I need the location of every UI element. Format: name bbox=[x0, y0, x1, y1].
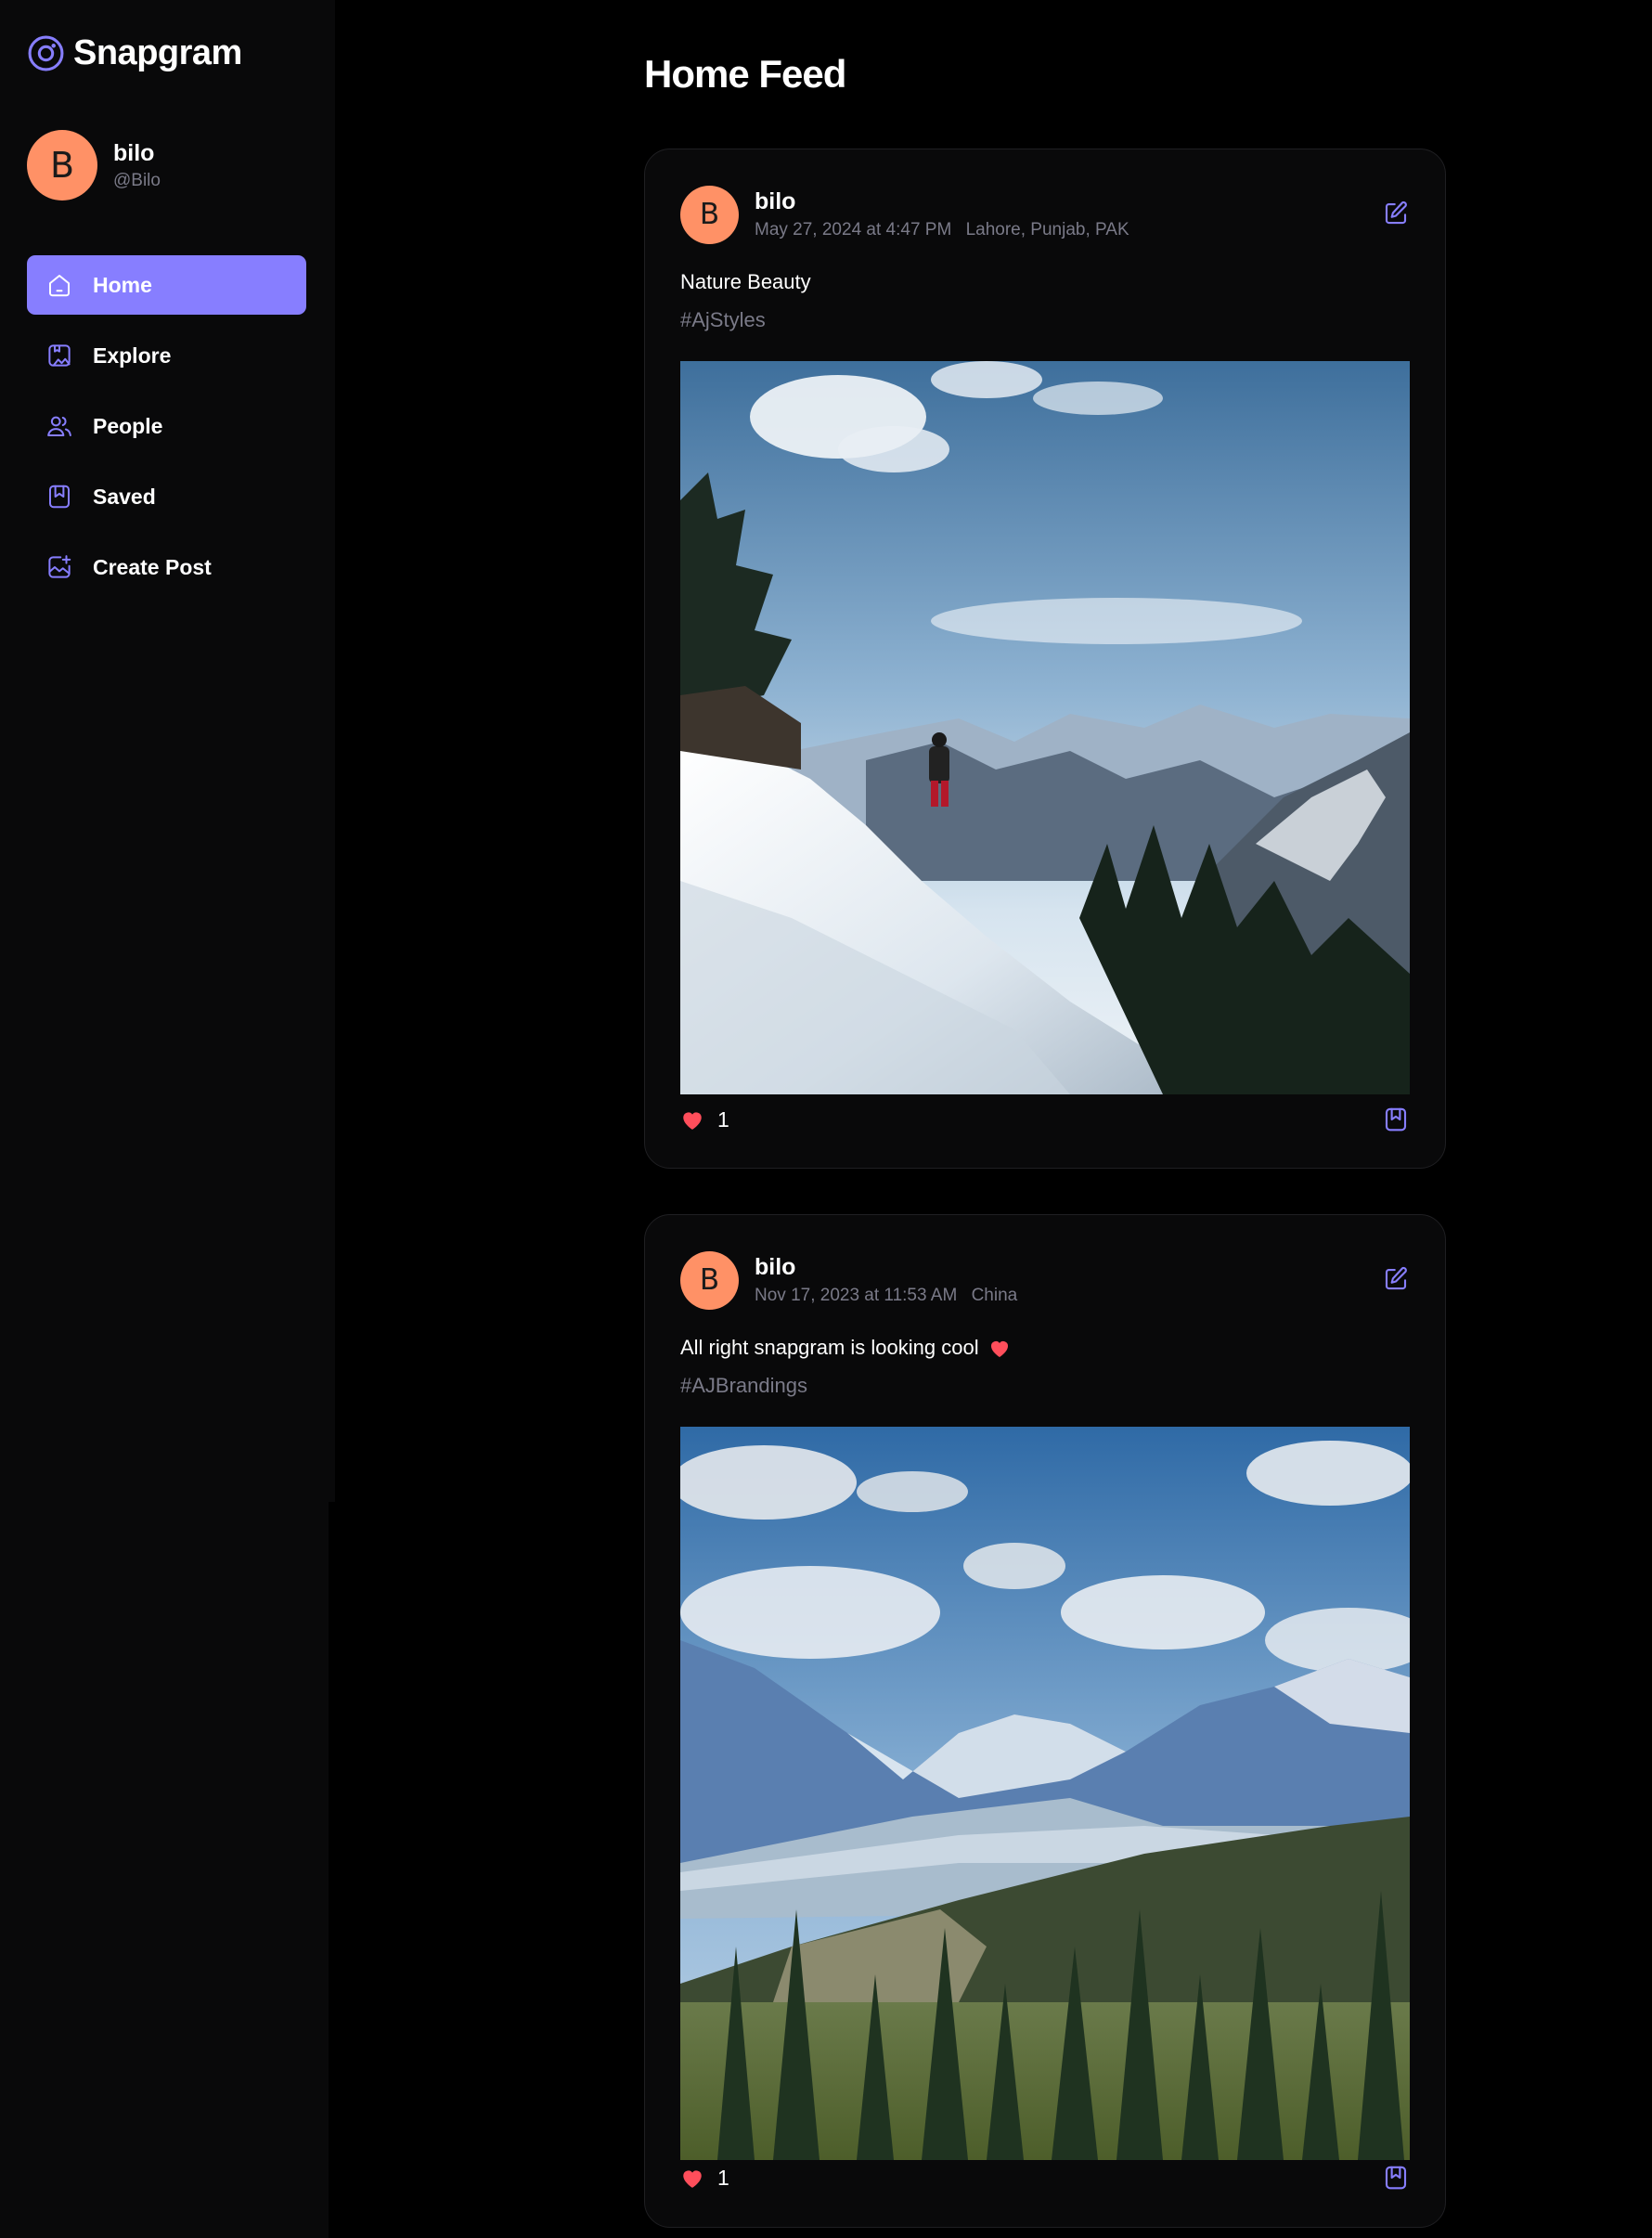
post-location: Lahore, Punjab, PAK bbox=[965, 220, 1129, 239]
post-header: B bilo Nov 17, 2023 at 11:53 AM China bbox=[680, 1250, 1410, 1310]
post-image[interactable] bbox=[680, 1427, 1410, 2160]
edit-icon[interactable] bbox=[1382, 1265, 1410, 1293]
sidebar-item-home[interactable]: Home bbox=[27, 255, 306, 315]
post-date: May 27, 2024 at 4:47 PM bbox=[755, 220, 952, 239]
like-count: 1 bbox=[717, 1106, 729, 1132]
sidebar-item-label: Explore bbox=[93, 343, 172, 368]
sidebar-item-label: Home bbox=[93, 272, 152, 297]
edit-icon[interactable] bbox=[1382, 200, 1410, 227]
post-header: B bilo May 27, 2024 at 4:47 PM Lahore, P… bbox=[680, 185, 1410, 244]
user-profile[interactable]: B bilo @Bilo bbox=[27, 130, 161, 201]
sidebar: Snapgram B bilo @Bilo Home Explore Peopl… bbox=[0, 0, 335, 1502]
post-actions: 1 bbox=[680, 2162, 1410, 2193]
like-count: 1 bbox=[717, 2165, 729, 2190]
app-logo[interactable]: Snapgram bbox=[27, 33, 242, 73]
profile-handle: @Bilo bbox=[113, 170, 161, 190]
avatar[interactable]: B bbox=[680, 185, 739, 244]
app-name: Snapgram bbox=[73, 33, 242, 72]
sidebar-item-people[interactable]: People bbox=[27, 396, 306, 456]
page-title: Home Feed bbox=[644, 52, 846, 96]
bookmark-icon bbox=[44, 481, 75, 512]
post-caption-text: All right snapgram is looking cool bbox=[680, 1336, 979, 1359]
avatar[interactable]: B bbox=[680, 1250, 739, 1310]
post-author[interactable]: bilo bbox=[755, 1254, 1017, 1281]
post-card: B bilo Nov 17, 2023 at 11:53 AM China Al… bbox=[644, 1214, 1446, 2228]
bookmark-icon[interactable] bbox=[1382, 2164, 1410, 2192]
sidebar-item-saved[interactable]: Saved bbox=[27, 467, 306, 526]
sidebar-item-label: Saved bbox=[93, 484, 156, 509]
add-image-icon bbox=[44, 551, 75, 583]
like-button[interactable]: 1 bbox=[680, 2166, 729, 2191]
post-caption: All right snapgram is looking cool bbox=[680, 1336, 1011, 1360]
heart-icon bbox=[683, 1112, 702, 1130]
like-button[interactable]: 1 bbox=[680, 1107, 729, 1132]
post-date: Nov 17, 2023 at 11:53 AM bbox=[755, 1286, 958, 1305]
sidebar-nav: Home Explore People Saved Create Post bbox=[27, 255, 306, 608]
post-card: B bilo May 27, 2024 at 4:47 PM Lahore, P… bbox=[644, 149, 1446, 1169]
heart-emoji-icon bbox=[990, 1341, 1008, 1357]
post-caption: Nature Beauty bbox=[680, 270, 811, 293]
sidebar-background bbox=[0, 1502, 329, 2238]
snapgram-logo-icon bbox=[28, 35, 64, 71]
explore-icon bbox=[44, 340, 75, 371]
home-icon bbox=[44, 269, 75, 301]
post-author[interactable]: bilo bbox=[755, 188, 1129, 215]
post-hashtag[interactable]: #AJBrandings bbox=[680, 1374, 807, 1398]
avatar: B bbox=[27, 130, 97, 201]
post-hashtag[interactable]: #AjStyles bbox=[680, 308, 766, 332]
people-icon bbox=[44, 410, 75, 442]
sidebar-item-explore[interactable]: Explore bbox=[27, 326, 306, 385]
bookmark-icon[interactable] bbox=[1382, 1106, 1410, 1133]
profile-name: bilo bbox=[113, 139, 155, 166]
sidebar-item-label: Create Post bbox=[93, 554, 212, 579]
sidebar-item-label: People bbox=[93, 413, 163, 438]
post-actions: 1 bbox=[680, 1104, 1410, 1135]
post-image[interactable] bbox=[680, 361, 1410, 1094]
sidebar-item-create-post[interactable]: Create Post bbox=[27, 537, 306, 597]
heart-icon bbox=[683, 2170, 702, 2188]
post-location: China bbox=[971, 1286, 1018, 1305]
